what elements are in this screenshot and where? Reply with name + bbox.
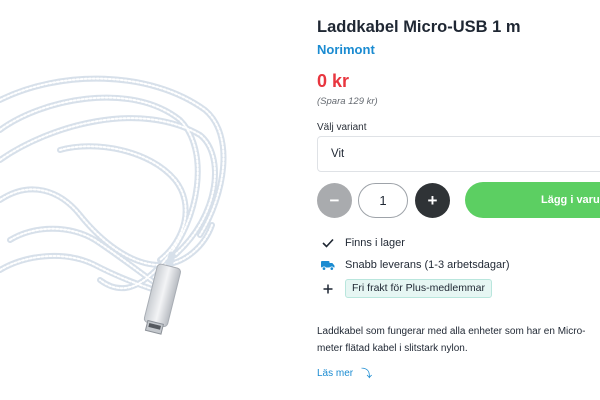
variant-selected-value: Vit (331, 148, 345, 160)
arrow-down-icon: ⤵ (361, 368, 373, 380)
check-icon (321, 236, 335, 250)
variant-label: Välj variant (317, 122, 367, 133)
description-line: meter flätad kabel i slitstark nylon. (317, 343, 468, 354)
quantity-decrease-button[interactable]: − (317, 183, 352, 218)
product-image (0, 75, 227, 335)
quantity-input[interactable]: 1 (358, 183, 408, 218)
read-more-label: Läs mer (317, 367, 354, 379)
description-line: Laddkabel som fungerar med alla enheter … (317, 326, 586, 337)
quantity-increase-button[interactable]: + (415, 183, 450, 218)
feature-fast-delivery: Snabb leverans (1-3 arbetsdagar) (321, 258, 509, 272)
feature-fast-delivery-text: Snabb leverans (1-3 arbetsdagar) (345, 259, 510, 271)
product-description: Laddkabel som fungerar med alla enheter … (317, 323, 600, 357)
product-price: 0 kr (317, 71, 350, 91)
delivery-truck-icon (321, 258, 335, 272)
savings-text: (Spara 129 kr) (317, 96, 378, 107)
feature-free-shipping: Fri frakt för Plus-medlemmar (321, 279, 493, 298)
add-to-cart-button[interactable]: Lägg i varuk (465, 182, 600, 218)
product-title: Laddkabel Micro-USB 1 m (317, 18, 521, 36)
brand-link[interactable]: Norimont (317, 42, 375, 57)
variant-select[interactable]: Vit (317, 136, 600, 172)
add-to-cart-label: Lägg i varuk (541, 194, 600, 206)
feature-in-stock: Finns i lager (321, 236, 405, 250)
plus-membership-badge: Fri frakt för Plus-medlemmar (345, 279, 493, 298)
read-more-link[interactable]: Läs mer ⤵ (317, 365, 372, 381)
plus-icon (321, 282, 335, 296)
feature-in-stock-text: Finns i lager (345, 237, 405, 249)
